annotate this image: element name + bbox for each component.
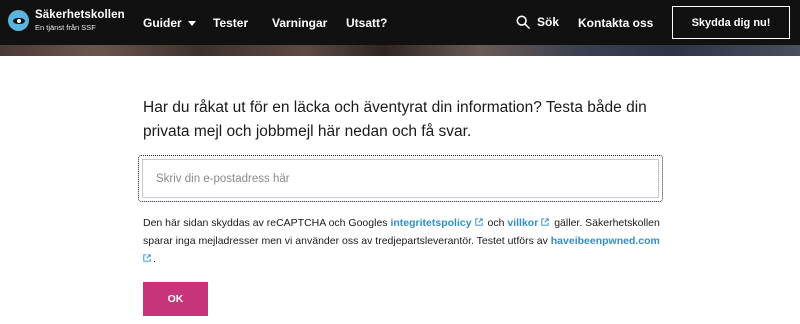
brand-tagline: En tjänst från SSF [35,22,96,32]
ok-button[interactable]: OK [143,282,208,316]
nav-item-tester-label: Tester [213,16,249,30]
nav-item-kontakta-label: Kontakta oss [578,16,654,30]
terms-link[interactable]: villkor [507,217,551,229]
info-text-part-2: och [487,217,505,229]
protect-yourself-button[interactable]: Skydda dig nu! [672,6,790,39]
email-field-focus-ring [138,155,663,202]
search-label: Sök [537,15,560,29]
nav-item-kontakta[interactable]: Kontakta oss [578,16,653,30]
brand-logo-link[interactable]: Säkerhetskollen En tjänst från SSF [8,9,125,32]
nav-item-guider-label: Guider [143,16,182,30]
nav-item-tester[interactable]: Tester [213,16,248,30]
brand-name: Säkerhetskollen [35,9,125,21]
nav-item-guider[interactable]: Guider [143,16,196,30]
nav-item-utsatt-label: Utsatt? [346,16,388,30]
external-link-icon [474,218,483,226]
recaptcha-info-text: Den här sidan skyddas av reCAPTCHA och G… [143,214,673,268]
hero-image-strip [0,45,800,56]
info-text-part-4: . [153,253,156,265]
nav-item-varningar-label: Varningar [272,16,328,30]
protect-yourself-label: Skydda dig nu! [691,16,771,29]
info-text-part-1: Den här sidan skyddas av reCAPTCHA och G… [143,217,388,229]
email-field[interactable] [142,159,659,198]
search-button[interactable]: Sök [516,15,559,29]
nav-item-varningar[interactable]: Varningar [272,16,327,30]
nav-item-utsatt[interactable]: Utsatt? [346,16,387,30]
privacy-policy-link[interactable]: integritetspolicy [390,217,484,229]
haveibeenpwned-link-label: haveibeenpwned.com [550,235,660,247]
caret-down-icon [187,21,196,26]
page-heading: Har du råkat ut för en läcka och äventyr… [143,99,647,140]
terms-link-label: villkor [507,217,539,229]
external-link-icon [541,218,549,226]
top-navigation-bar: Säkerhetskollen En tjänst från SSF Guide… [0,0,800,45]
eye-logo-icon [8,10,29,31]
brand-text: Säkerhetskollen En tjänst från SSF [35,9,125,32]
ok-button-label: OK [167,293,184,305]
external-link-icon [143,254,151,262]
privacy-policy-link-label: integritetspolicy [390,217,472,229]
search-icon [516,15,530,29]
